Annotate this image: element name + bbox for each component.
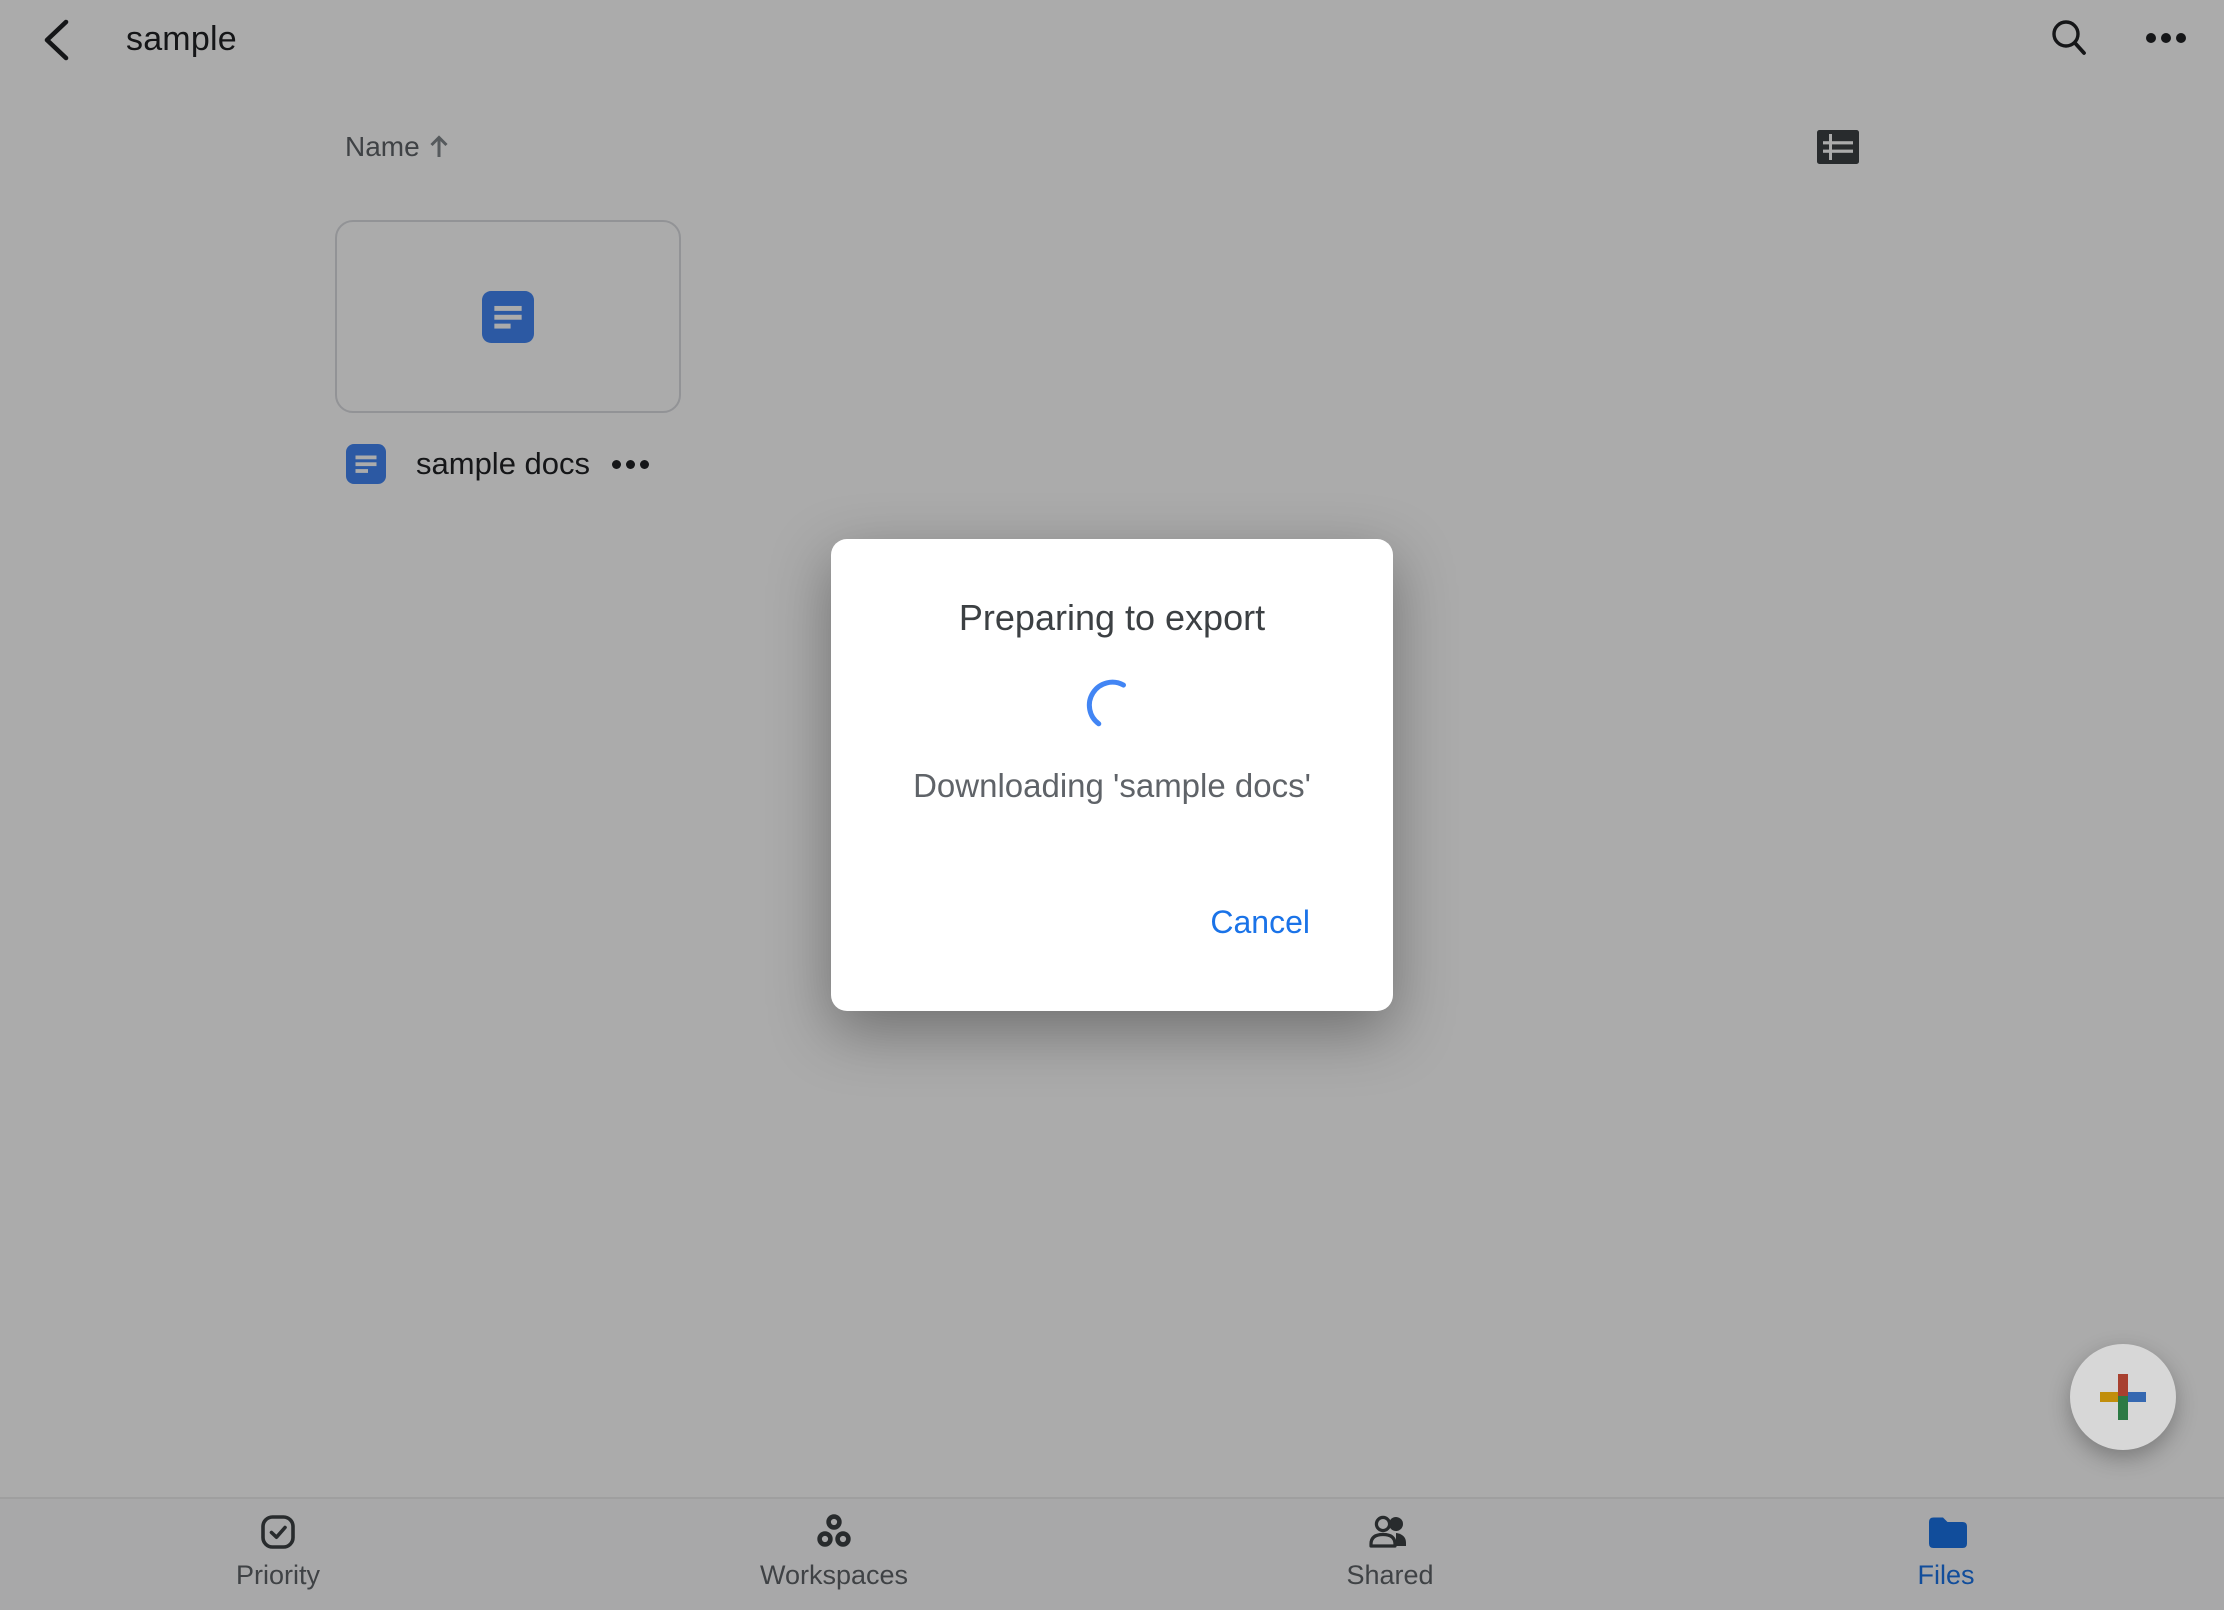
- new-item-fab[interactable]: [2070, 1344, 2176, 1450]
- google-plus-icon: [2100, 1374, 2146, 1420]
- drive-folder-screen: sample Name: [0, 0, 2224, 1610]
- dialog-message: Downloading 'sample docs': [831, 767, 1393, 805]
- loading-spinner-icon: [831, 677, 1393, 733]
- cancel-button[interactable]: Cancel: [1200, 894, 1320, 951]
- export-dialog: Preparing to export Downloading 'sample …: [831, 539, 1393, 1011]
- dialog-title: Preparing to export: [831, 597, 1393, 639]
